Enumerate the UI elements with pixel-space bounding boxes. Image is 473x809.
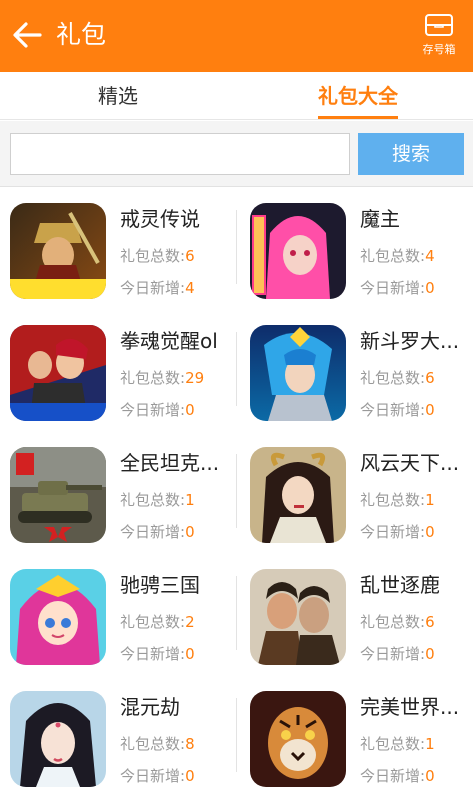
game-icon-quanhunjuexing — [10, 325, 106, 421]
gift-total: 礼包总数:6 — [120, 247, 195, 265]
game-item[interactable]: 戒灵传说 礼包总数:6 今日新增:4 — [0, 188, 236, 310]
gift-total: 礼包总数:29 — [120, 369, 205, 387]
column-divider — [236, 332, 237, 406]
account-box-button[interactable]: 存号箱 — [419, 13, 459, 59]
game-item[interactable]: 拳魂觉醒ol 礼包总数:29 今日新增:0 — [0, 310, 236, 432]
gift-total: 礼包总数:6 — [360, 369, 435, 387]
game-name: 魔主 — [360, 207, 400, 231]
gift-today: 今日新增:0 — [360, 279, 435, 297]
game-item[interactable]: 新斗罗大... 礼包总数:6 今日新增:0 — [240, 310, 473, 432]
search-button[interactable]: 搜索 — [358, 133, 464, 175]
game-name: 乱世逐鹿 — [360, 573, 440, 597]
game-item[interactable]: 驰骋三国 礼包总数:2 今日新增:0 — [0, 554, 236, 676]
game-name: 驰骋三国 — [120, 573, 200, 597]
gift-total: 礼包总数:8 — [120, 735, 195, 753]
search-bar: 搜索 — [0, 121, 473, 187]
search-input[interactable] — [10, 133, 350, 175]
gift-today: 今日新增:0 — [360, 767, 435, 785]
game-item[interactable]: 完美世界... 礼包总数:1 今日新增:0 — [240, 676, 473, 798]
game-name: 拳魂觉醒ol — [120, 329, 218, 353]
game-name: 完美世界... — [360, 695, 460, 719]
arrow-left-icon — [13, 22, 42, 48]
game-icon-mozhu — [250, 203, 346, 299]
game-icon-wanmeishijie — [250, 691, 346, 787]
column-divider — [236, 454, 237, 528]
gift-today: 今日新增:0 — [360, 645, 435, 663]
gift-today: 今日新增:0 — [360, 523, 435, 541]
tab-featured[interactable]: 精选 — [68, 72, 168, 120]
column-divider — [236, 698, 237, 772]
game-icon-quanmintanke — [10, 447, 106, 543]
back-button[interactable] — [10, 18, 44, 52]
game-icon-xindouluo — [250, 325, 346, 421]
game-icon-luanshizhulu — [250, 569, 346, 665]
gift-today: 今日新增:4 — [120, 279, 195, 297]
gift-today: 今日新增:0 — [120, 767, 195, 785]
game-icon-jielingchuanshuo — [10, 203, 106, 299]
active-tab-indicator — [318, 116, 398, 119]
gift-total: 礼包总数:1 — [360, 735, 435, 753]
tab-all-gifts[interactable]: 礼包大全 — [298, 72, 418, 120]
game-item[interactable]: 混元劫 礼包总数:8 今日新增:0 — [0, 676, 236, 798]
game-item[interactable]: 乱世逐鹿 礼包总数:6 今日新增:0 — [240, 554, 473, 676]
game-icon-hunyuanjie — [10, 691, 106, 787]
column-divider — [236, 576, 237, 650]
top-bar: 礼包 存号箱 — [0, 0, 473, 72]
game-name: 戒灵传说 — [120, 207, 200, 231]
gift-total: 礼包总数:4 — [360, 247, 435, 265]
gift-total: 礼包总数:1 — [120, 491, 195, 509]
page-title: 礼包 — [56, 20, 107, 49]
game-name: 全民坦克... — [120, 451, 220, 475]
box-icon — [425, 14, 453, 36]
game-item[interactable]: 风云天下... 礼包总数:1 今日新增:0 — [240, 432, 473, 554]
game-icon-chichengsanguo — [10, 569, 106, 665]
gift-total: 礼包总数:6 — [360, 613, 435, 631]
game-name: 风云天下... — [360, 451, 460, 475]
gift-today: 今日新增:0 — [360, 401, 435, 419]
tab-bar: 精选 礼包大全 — [0, 72, 473, 120]
gift-total: 礼包总数:1 — [360, 491, 435, 509]
gift-today: 今日新增:0 — [120, 401, 195, 419]
gift-grid: 戒灵传说 礼包总数:6 今日新增:4 魔主 礼包总数:4 今日新增:0 拳魂觉醒… — [0, 188, 473, 809]
gift-today: 今日新增:0 — [120, 645, 195, 663]
gift-total: 礼包总数:2 — [120, 613, 195, 631]
game-item[interactable]: 全民坦克... 礼包总数:1 今日新增:0 — [0, 432, 236, 554]
gift-today: 今日新增:0 — [120, 523, 195, 541]
game-item[interactable]: 魔主 礼包总数:4 今日新增:0 — [240, 188, 473, 310]
game-name: 混元劫 — [120, 695, 180, 719]
game-name: 新斗罗大... — [360, 329, 460, 353]
game-icon-fengyuntianxia — [250, 447, 346, 543]
column-divider — [236, 210, 237, 284]
account-box-label: 存号箱 — [422, 43, 456, 56]
